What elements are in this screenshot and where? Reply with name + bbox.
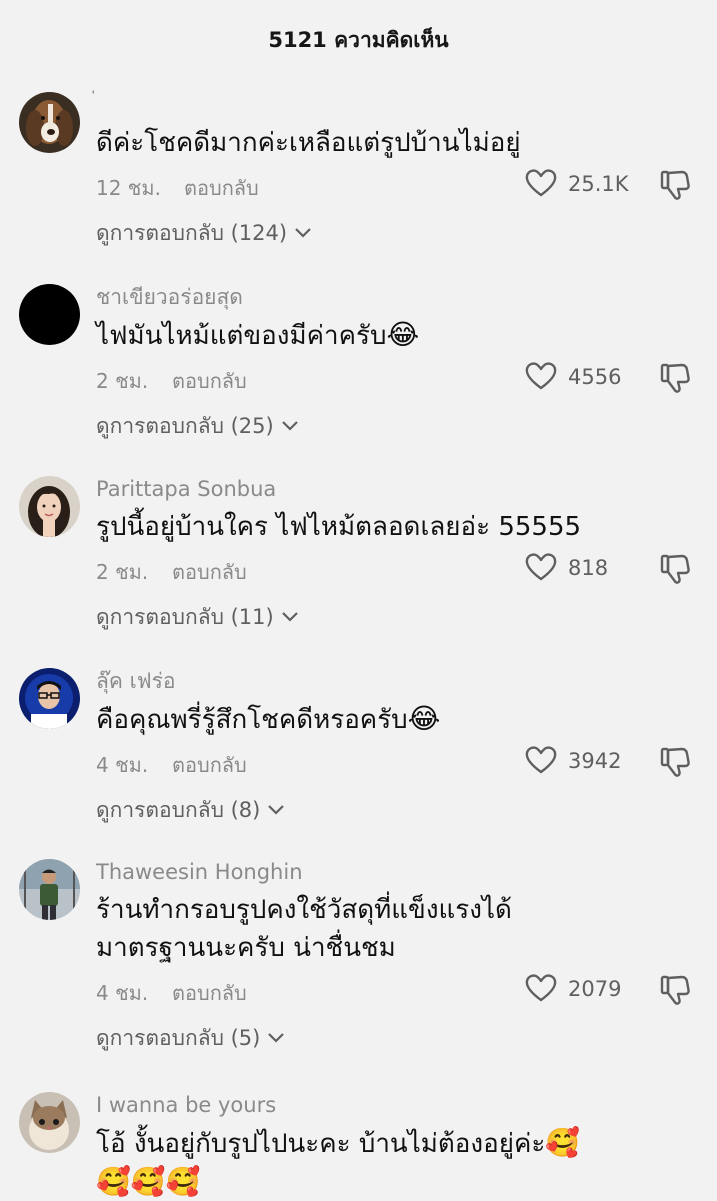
comment-time: 12 ชม. — [96, 176, 161, 200]
like-count: 25.1K — [568, 172, 629, 196]
like-count: 818 — [568, 556, 609, 580]
comment-time: 2 ชม. — [96, 369, 149, 393]
dog-avatar-icon — [19, 92, 80, 153]
man-standing-avatar-icon — [19, 859, 80, 920]
comment-text: รูปนี้อยู่บ้านใคร ไฟไหม้ตลอดเลยอ่ะ 55555 — [96, 512, 582, 542]
heart-outline-icon[interactable] — [524, 166, 558, 200]
thumbs-down-outline-icon[interactable] — [658, 745, 692, 779]
view-replies-button[interactable]: ดูการตอบกลับ (8) — [96, 795, 697, 825]
comment-text-line: ร้านทำกรอบรูปคงใช้วัสดุที่แข็งแรงได้ — [96, 895, 512, 925]
like-count: 3942 — [568, 749, 622, 773]
comment-text-content: ไฟมันไหม้แต่ของมีค่าครับ — [96, 321, 387, 351]
thumbs-down-outline-icon[interactable] — [658, 973, 692, 1007]
comment-username[interactable]: Thaweesin Honghin — [96, 859, 697, 885]
reply-button[interactable]: ตอบกลับ — [184, 172, 259, 204]
avatar[interactable] — [19, 668, 80, 729]
man-glasses-avatar-icon — [19, 668, 80, 729]
comment-time: 4 ชม. — [96, 981, 149, 1005]
reply-button[interactable]: ตอบกลับ — [172, 749, 247, 781]
view-replies-label: ดูการตอบกลับ (11) — [96, 604, 274, 629]
comment-text: ไฟมันไหม้แต่ของมีค่าครับ😂 — [96, 316, 697, 355]
comment-text: คือคุณพรี่รู้สึกโชคดีหรอครับ😂 — [96, 700, 697, 739]
comment-text: ร้านทำกรอบรูปคงใช้วัสดุที่แข็งแรงได้ มาต… — [96, 891, 697, 967]
thumbs-down-outline-icon[interactable] — [658, 168, 692, 202]
view-replies-button[interactable]: ดูการตอบกลับ (124) — [96, 218, 697, 248]
view-replies-label: ดูการตอบกลับ (8) — [96, 797, 261, 822]
reply-button[interactable]: ตอบกลับ — [172, 365, 247, 397]
reply-button[interactable]: ตอบกลับ — [172, 556, 247, 588]
comment-time: 2 ชม. — [96, 560, 149, 584]
chevron-down-icon — [281, 612, 298, 622]
comment-text-content: คือคุณพรี่รู้สึกโชคดีหรอครับ — [96, 705, 408, 735]
view-replies-button[interactable]: ดูการตอบกลับ (5) — [96, 1023, 697, 1053]
comment-username[interactable]: ชาเขียวอร่อยสุด — [96, 284, 697, 310]
view-replies-button[interactable]: ดูการตอบกลับ (11) — [96, 602, 697, 632]
view-replies-label: ดูการตอบกลับ (25) — [96, 413, 274, 438]
comment-time: 4 ชม. — [96, 753, 149, 777]
view-replies-label: ดูการตอบกลับ (5) — [96, 1025, 261, 1050]
smiling-hearts-emoji: 🥰 — [545, 1126, 581, 1159]
avatar[interactable] — [19, 1092, 80, 1153]
black-circle-avatar-icon — [19, 284, 80, 345]
heart-outline-icon[interactable] — [524, 550, 558, 584]
chevron-down-icon — [268, 805, 285, 815]
avatar[interactable] — [19, 92, 80, 153]
heart-outline-icon[interactable] — [524, 971, 558, 1005]
comment-text-line: มาตรฐานนะครับ น่าชื่นชม — [96, 933, 396, 963]
avatar[interactable] — [19, 284, 80, 345]
heart-outline-icon[interactable] — [524, 743, 558, 777]
comment-username[interactable]: Parittapa Sonbua — [96, 476, 697, 502]
chevron-down-icon — [295, 228, 311, 238]
like-count: 2079 — [568, 977, 622, 1001]
smiling-hearts-emoji-row: 🥰🥰🥰 — [96, 1165, 201, 1198]
heart-outline-icon[interactable] — [524, 359, 558, 393]
view-replies-button[interactable]: ดูการตอบกลับ (25) — [96, 411, 697, 441]
comment-username[interactable]: I wanna be yours — [96, 1092, 697, 1118]
view-replies-label: ดูการตอบกลับ (124) — [96, 220, 288, 245]
laughing-emoji: 😂 — [407, 702, 441, 735]
reply-button[interactable]: ตอบกลับ — [172, 977, 247, 1009]
avatar[interactable] — [19, 859, 80, 920]
chevron-down-icon — [281, 421, 298, 431]
comments-count-title: 5121 ความคิดเห็น — [268, 27, 449, 52]
chevron-down-icon — [268, 1033, 285, 1043]
cat-doll-avatar-icon — [19, 1092, 80, 1153]
thumbs-down-outline-icon[interactable] — [658, 552, 692, 586]
comment-username[interactable]: ลุ๊ค เฟร่อ — [96, 668, 697, 694]
comment-text-content: โอ้ งั้นอยู่กับรูปไปนะคะ บ้านไม่ต้องอยู่… — [96, 1129, 546, 1159]
avatar[interactable] — [19, 476, 80, 537]
comment-username[interactable]: ่ — [96, 92, 697, 118]
like-count: 4556 — [568, 365, 622, 389]
thumbs-down-outline-icon[interactable] — [658, 361, 692, 395]
comments-header: 5121 ความคิดเห็น — [0, 0, 717, 80]
comment-text: ดีค่ะโชคดีมากค่ะเหลือแต่รูปบ้านไม่อยู่ — [96, 128, 521, 158]
laughing-emoji: 😂 — [386, 318, 420, 351]
comment-text: โอ้ งั้นอยู่กับรูปไปนะคะ บ้านไม่ต้องอยู่… — [96, 1124, 697, 1201]
woman-portrait-avatar-icon — [19, 476, 80, 537]
